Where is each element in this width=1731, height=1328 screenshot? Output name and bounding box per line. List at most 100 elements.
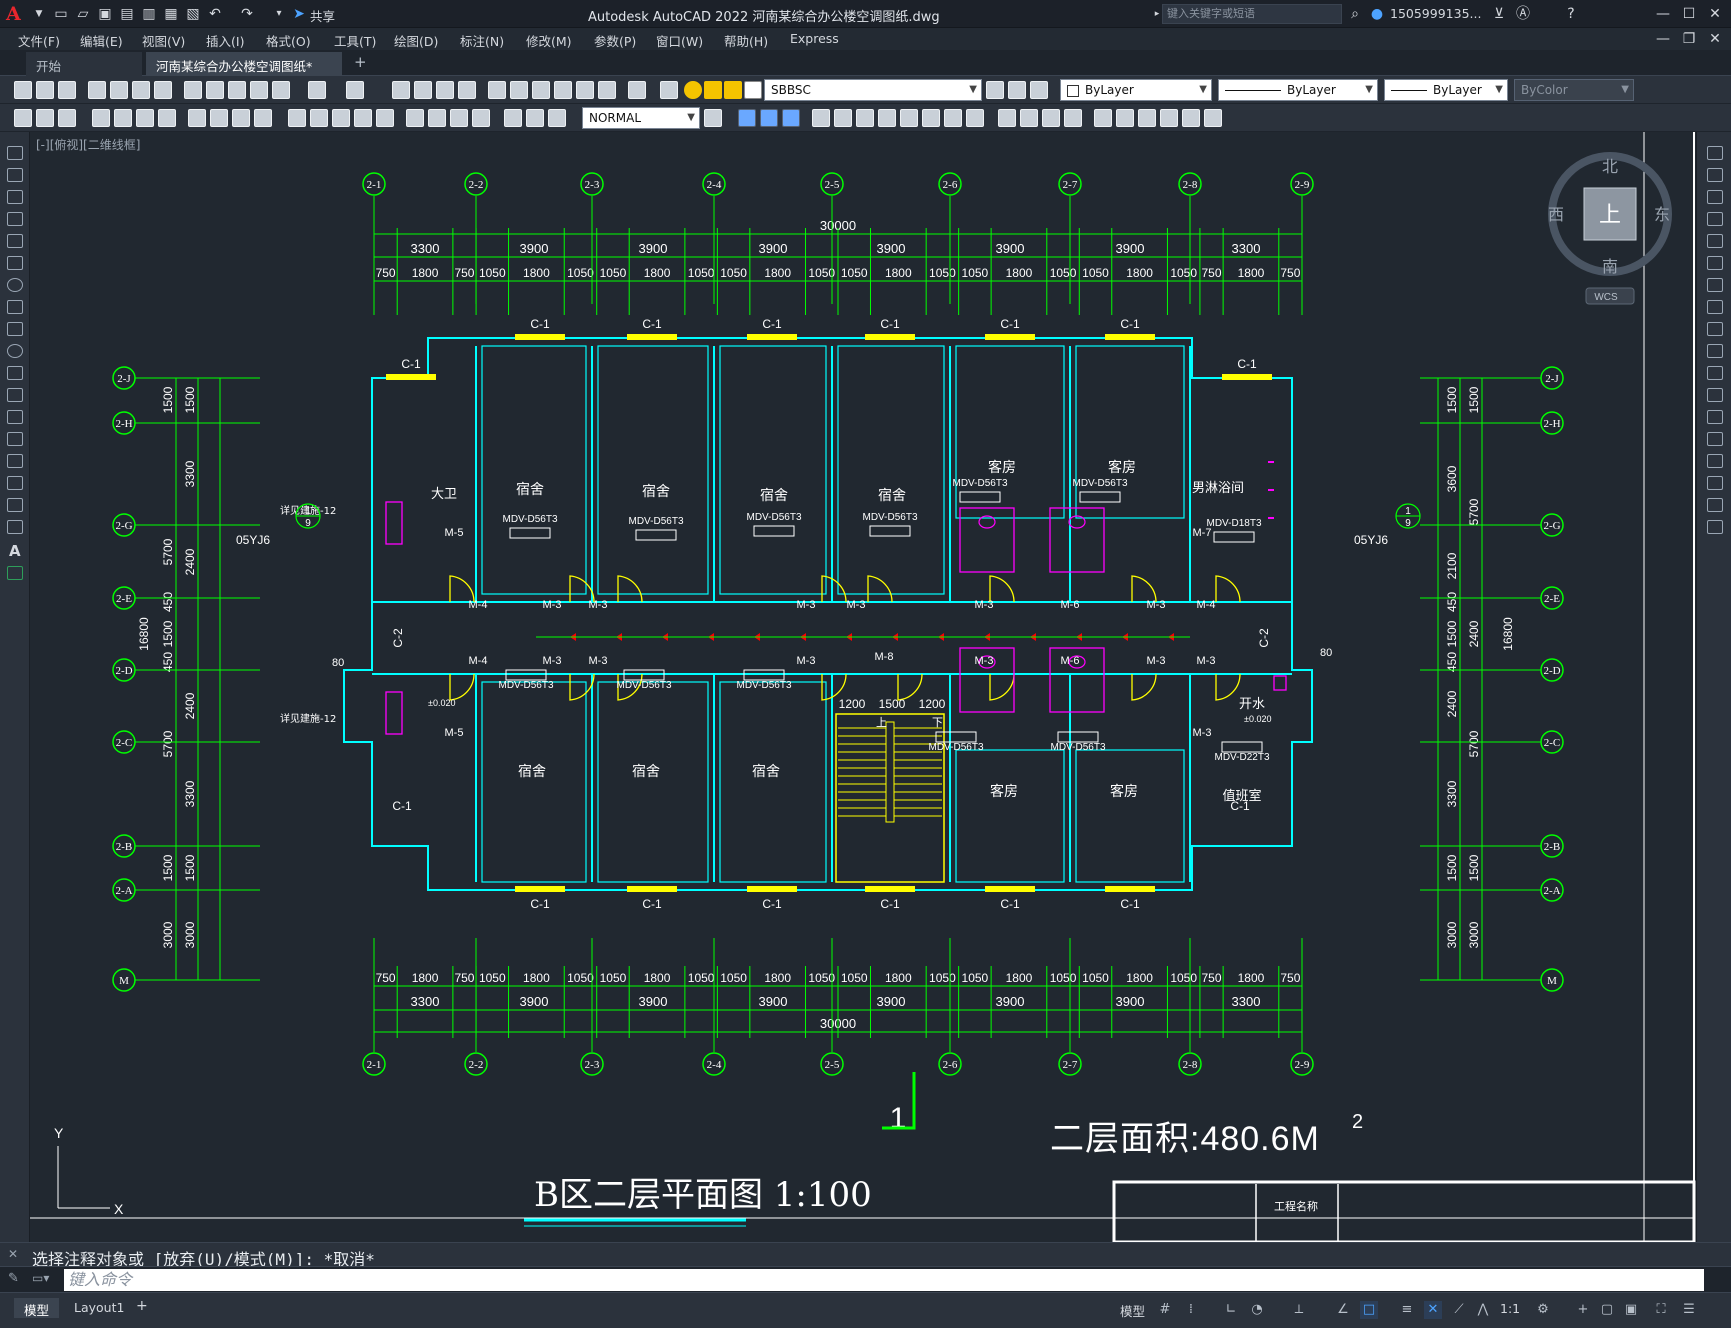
gradient-icon[interactable] <box>7 476 23 490</box>
maximize-icon[interactable]: ☐ <box>1680 5 1698 23</box>
auto-scale-icon[interactable]: ⟋ <box>1450 1301 1468 1319</box>
modify-10-icon[interactable] <box>1020 109 1038 127</box>
draw-order-front-icon[interactable] <box>738 109 756 127</box>
dim-edit-icon[interactable] <box>504 109 522 127</box>
mirror-icon[interactable] <box>1707 190 1723 204</box>
dim-space-icon[interactable] <box>354 109 372 127</box>
dim-angular-icon[interactable] <box>254 109 272 127</box>
modify-3-icon[interactable] <box>856 109 874 127</box>
cart-icon[interactable]: ⊻ <box>1490 5 1508 23</box>
modify-8-icon[interactable] <box>966 109 984 127</box>
arc-icon[interactable] <box>7 256 23 270</box>
dim-tool-2-icon[interactable] <box>36 109 54 127</box>
isodraft-icon[interactable]: ⟂ <box>1290 1301 1308 1319</box>
tolerance-icon[interactable] <box>406 109 424 127</box>
explode-icon[interactable] <box>1707 520 1723 534</box>
rectangle-icon[interactable] <box>7 234 23 248</box>
layer-dropdown[interactable]: SBBSC ▼ <box>764 79 982 101</box>
plotstyle-dropdown[interactable]: ByColor ▼ <box>1514 79 1634 101</box>
pan-icon[interactable] <box>392 81 410 99</box>
qsave-icon[interactable] <box>58 81 76 99</box>
dim-baseline-icon[interactable] <box>310 109 328 127</box>
dim-continue-icon[interactable] <box>332 109 350 127</box>
open-file-icon[interactable]: ▱ <box>74 5 92 23</box>
zoom-realtime-icon[interactable] <box>414 81 432 99</box>
modify-6-icon[interactable] <box>922 109 940 127</box>
annotation-scale-value[interactable]: 1:1 <box>1500 1301 1520 1316</box>
chamfer-icon[interactable] <box>1707 454 1723 468</box>
sheet-set-icon[interactable] <box>554 81 572 99</box>
polyline-icon[interactable] <box>7 190 23 204</box>
quick-dim-icon[interactable] <box>288 109 306 127</box>
trim-icon[interactable] <box>1707 344 1723 358</box>
circle-icon[interactable] <box>7 278 23 292</box>
dim-tool-1-icon[interactable] <box>14 109 32 127</box>
dim-jogged-icon[interactable] <box>210 109 228 127</box>
text-style-dropdown[interactable]: NORMAL ▼ <box>582 107 700 129</box>
join-icon[interactable] <box>1707 432 1723 446</box>
workspace-gear-icon[interactable]: ⚙ <box>1534 1301 1552 1319</box>
save-as-icon[interactable]: ▤ <box>118 5 136 23</box>
insert-block-icon[interactable] <box>7 388 23 402</box>
dim-linear-icon[interactable] <box>92 109 110 127</box>
ortho-icon[interactable]: ∟ <box>1222 1301 1240 1319</box>
qnew-icon[interactable] <box>14 81 32 99</box>
help-search-input[interactable]: 键入关键字或短语 <box>1162 4 1342 24</box>
quick-access-dropdown-icon[interactable]: ▾ <box>270 5 288 23</box>
quick-properties-icon[interactable]: ▣ <box>1622 1301 1640 1319</box>
redo-tool-icon[interactable] <box>346 81 364 99</box>
scale-icon[interactable] <box>1707 300 1723 314</box>
move-icon[interactable] <box>1707 256 1723 270</box>
dim-arc-icon[interactable] <box>136 109 154 127</box>
dim-style-icon[interactable] <box>704 109 722 127</box>
command-input[interactable]: 键入命令 <box>64 1269 1704 1291</box>
layer-states-icon[interactable] <box>1030 81 1048 99</box>
customization-menu-icon[interactable]: ☰ <box>1680 1301 1698 1319</box>
modify-17-icon[interactable] <box>1182 109 1200 127</box>
redo-icon[interactable]: ↷ <box>238 5 256 23</box>
hatch-icon[interactable] <box>7 454 23 468</box>
units-icon[interactable]: ▢ <box>1598 1301 1616 1319</box>
layer-on-bulb-icon[interactable] <box>684 81 702 99</box>
modify-14-icon[interactable] <box>1116 109 1134 127</box>
extend-icon[interactable] <box>1707 366 1723 380</box>
menu-dimension[interactable]: 标注(N) <box>460 31 504 50</box>
linetype-dropdown[interactable]: ByLayer ▼ <box>1218 79 1378 101</box>
help-icon[interactable]: ? <box>1562 5 1580 23</box>
markup-icon[interactable] <box>576 81 594 99</box>
command-prompt-icon[interactable]: ▭▾ <box>32 1271 49 1285</box>
dim-ordinate-icon[interactable] <box>158 109 176 127</box>
doc-restore-icon[interactable]: ❐ <box>1680 30 1698 48</box>
make-current-layer-icon[interactable] <box>986 81 1004 99</box>
properties-icon[interactable] <box>488 81 506 99</box>
customize-icon[interactable]: ✎ <box>8 1271 19 1286</box>
draw-order-back-icon[interactable] <box>760 109 778 127</box>
tab-drawing[interactable]: 河南某综合办公楼空调图纸* <box>146 52 342 76</box>
inspection-icon[interactable] <box>450 109 468 127</box>
add-selected-icon[interactable] <box>7 566 23 580</box>
zoom-previous-icon[interactable] <box>458 81 476 99</box>
doc-close-icon[interactable]: ✕ <box>1706 30 1724 48</box>
minimize-icon[interactable]: — <box>1654 5 1672 23</box>
calculator-icon[interactable] <box>598 81 616 99</box>
revision-cloud-icon[interactable] <box>7 300 23 314</box>
tab-layout1[interactable]: Layout1 <box>64 1298 134 1318</box>
annotation-scale-icon[interactable]: ⋀ <box>1474 1301 1492 1319</box>
user-icon[interactable]: ● <box>1368 5 1386 23</box>
color-dropdown[interactable]: ByLayer ▼ <box>1060 79 1212 101</box>
array-icon[interactable] <box>1707 234 1723 248</box>
tab-start[interactable]: 开始 <box>26 52 142 76</box>
modify-16-icon[interactable] <box>1160 109 1178 127</box>
object-snap-icon[interactable]: □ <box>1360 1301 1378 1319</box>
menu-tools[interactable]: 工具(T) <box>334 31 376 50</box>
clean-screen-icon[interactable]: ⛶ <box>1652 1301 1670 1319</box>
layer-thaw-sun-icon[interactable] <box>704 81 722 99</box>
autocad-logo-icon[interactable]: A <box>6 3 28 25</box>
stretch-icon[interactable] <box>1707 322 1723 336</box>
plot-icon[interactable]: ▧ <box>184 5 202 23</box>
fillet-icon[interactable] <box>1707 476 1723 490</box>
menu-express[interactable]: Express <box>790 31 839 46</box>
break-at-point-icon[interactable] <box>1707 388 1723 402</box>
autodesk-a360-icon[interactable]: Ⓐ <box>1514 5 1532 23</box>
share-button[interactable]: 共享 <box>310 6 335 25</box>
